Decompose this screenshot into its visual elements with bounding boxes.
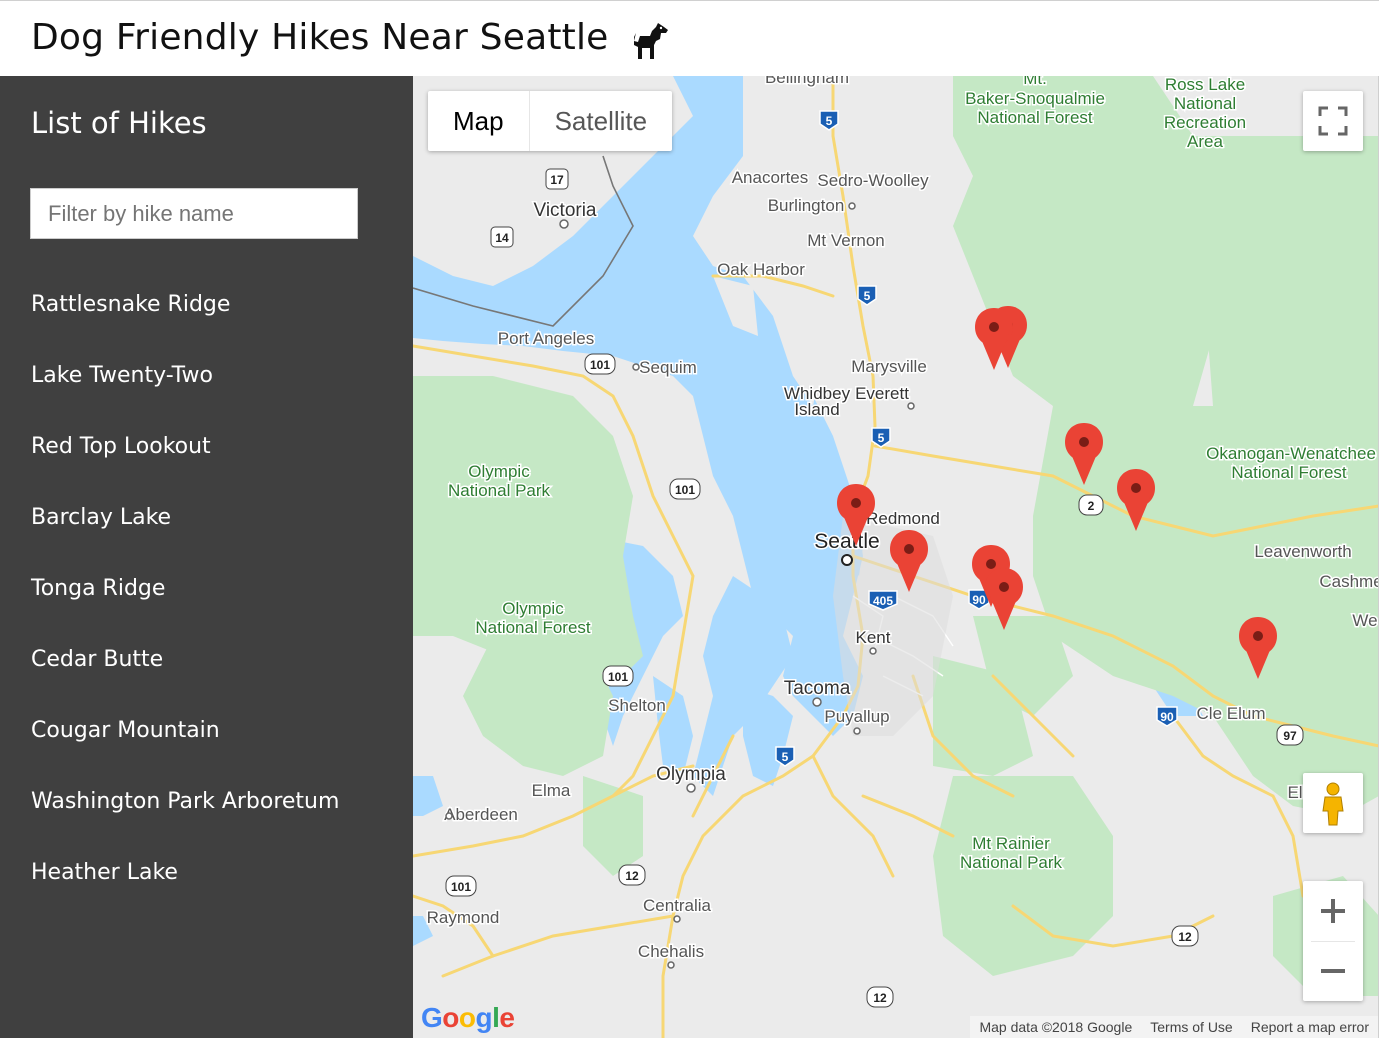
zoom-in-button[interactable] <box>1303 881 1363 941</box>
pegman-icon <box>1322 782 1344 826</box>
zoom-control <box>1303 881 1363 1001</box>
app-title: Dog Friendly Hikes Near Seattle <box>31 17 609 58</box>
map-canvas[interactable]: Bellingham Mt. Baker-Snoqualmie National… <box>413 76 1379 1038</box>
hike-list-item[interactable]: Rattlesnake Ridge <box>0 269 413 340</box>
hike-marker[interactable] <box>1065 423 1103 485</box>
dog-icon <box>634 23 668 59</box>
hike-list-item[interactable]: Washington Park Arboretum <box>0 766 413 837</box>
google-logo[interactable]: Google <box>421 1002 515 1034</box>
fullscreen-button[interactable] <box>1303 91 1363 151</box>
hike-marker[interactable] <box>837 484 875 546</box>
hike-marker[interactable] <box>890 530 928 592</box>
plus-icon <box>1321 899 1345 923</box>
app-header: Dog Friendly Hikes Near Seattle <box>0 0 1379 76</box>
report-map-error-link[interactable]: Report a map error <box>1242 1016 1378 1038</box>
minus-icon <box>1321 969 1345 973</box>
street-view-button[interactable] <box>1303 773 1363 833</box>
map-type-map-button[interactable]: Map <box>428 91 530 151</box>
hike-list-item[interactable]: Tonga Ridge <box>0 553 413 624</box>
hike-marker[interactable] <box>1117 469 1155 531</box>
map-attribution: Map data ©2018 Google Terms of Use Repor… <box>970 1016 1378 1038</box>
zoom-out-button[interactable] <box>1303 941 1363 1001</box>
map-data-credit: Map data ©2018 Google <box>979 1019 1133 1035</box>
hike-list-item[interactable]: Cedar Butte <box>0 624 413 695</box>
terms-of-use-link[interactable]: Terms of Use <box>1141 1016 1241 1038</box>
hike-list-item[interactable]: Lake Twenty-Two <box>0 340 413 411</box>
hike-list: Rattlesnake Ridge Lake Twenty-Two Red To… <box>0 269 413 908</box>
map-type-satellite-button[interactable]: Satellite <box>530 91 673 151</box>
hike-list-item[interactable]: Cougar Mountain <box>0 695 413 766</box>
hike-marker[interactable] <box>985 568 1023 630</box>
hike-list-item[interactable]: Barclay Lake <box>0 482 413 553</box>
filter-input[interactable] <box>30 188 358 239</box>
hike-marker[interactable] <box>1239 617 1277 679</box>
sidebar: List of Hikes Rattlesnake Ridge Lake Twe… <box>0 76 413 1038</box>
hike-markers <box>837 306 1277 679</box>
sidebar-heading: List of Hikes <box>31 106 207 140</box>
map-type-control: Map Satellite <box>428 91 673 151</box>
fullscreen-icon <box>1318 106 1348 136</box>
hike-list-item[interactable]: Red Top Lookout <box>0 411 413 482</box>
hike-list-item[interactable]: Heather Lake <box>0 837 413 908</box>
